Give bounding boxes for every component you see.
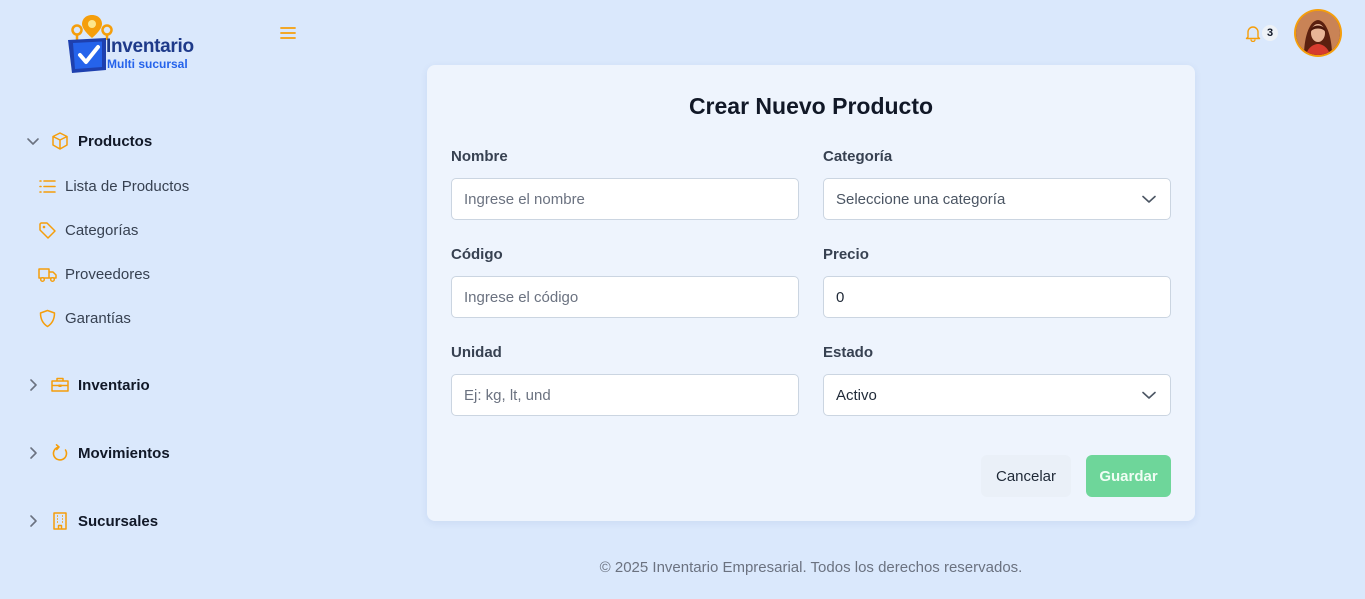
sidebar-item-label: Garantías (65, 309, 131, 327)
sidebar-item-lista-productos[interactable]: Lista de Productos (38, 175, 189, 197)
sidebar-section-sucursales[interactable]: Sucursales (24, 509, 158, 533)
hamburger-icon (280, 27, 296, 39)
chevron-down-icon (24, 132, 42, 150)
truck-icon (38, 265, 57, 284)
refresh-icon (50, 443, 70, 463)
chevron-right-icon (24, 376, 42, 394)
create-product-card: Crear Nuevo Producto Nombre Categoría Se… (427, 65, 1195, 521)
briefcase-icon (50, 375, 70, 395)
categoria-selected-value: Seleccione una categoría (836, 190, 1006, 208)
brand-title: Inventario (106, 36, 194, 57)
categoria-label: Categoría (823, 148, 893, 165)
sidebar-section-label: Movimientos (78, 444, 170, 462)
cancel-button[interactable]: Cancelar (981, 455, 1071, 497)
notification-count-badge: 3 (1262, 25, 1278, 41)
sidebar-item-categorias[interactable]: Categorías (38, 219, 138, 241)
sidebar-section-movimientos[interactable]: Movimientos (24, 441, 170, 465)
unidad-field-group: Unidad (451, 344, 799, 416)
chevron-down-icon (1140, 190, 1158, 208)
list-icon (38, 177, 57, 196)
categoria-field-group: Categoría Seleccione una categoría (823, 148, 1171, 220)
estado-selected-value: Activo (836, 386, 877, 404)
estado-select[interactable]: Activo (823, 374, 1171, 416)
chevron-right-icon (24, 512, 42, 530)
nombre-label: Nombre (451, 148, 508, 165)
unidad-input[interactable] (451, 374, 799, 416)
unidad-label: Unidad (451, 344, 502, 361)
app-page: Inventario Multi sucursal Productos List… (0, 0, 1365, 599)
sidebar-section-inventario[interactable]: Inventario (24, 373, 150, 397)
chevron-right-icon (24, 444, 42, 462)
estado-label: Estado (823, 344, 874, 361)
sidebar-item-proveedores[interactable]: Proveedores (38, 263, 150, 285)
codigo-label: Código (451, 246, 503, 263)
form-title: Crear Nuevo Producto (688, 93, 934, 119)
sidebar-item-label: Categorías (65, 221, 139, 239)
codigo-field-group: Código (451, 246, 799, 318)
tag-icon (38, 221, 57, 240)
sidebar-section-productos[interactable]: Productos (24, 129, 152, 153)
avatar-photo (1296, 11, 1340, 55)
bell-icon (1245, 26, 1261, 43)
precio-label: Precio (823, 246, 869, 263)
sidebar-section-label: Productos (78, 132, 153, 150)
notifications-button[interactable] (1244, 24, 1262, 43)
precio-field-group: Precio (823, 246, 1171, 318)
categoria-select[interactable]: Seleccione una categoría (823, 178, 1171, 220)
brand-logo[interactable]: Inventario Multi sucursal (66, 12, 206, 76)
nombre-field-group: Nombre (451, 148, 799, 220)
estado-field-group: Estado Activo (823, 344, 1171, 416)
user-avatar[interactable] (1294, 9, 1342, 57)
box-icon (50, 131, 70, 151)
sidebar-section-label: Inventario (78, 376, 150, 394)
shield-icon (38, 309, 57, 328)
footer-copyright: © 2025 Inventario Empresarial. Todos los… (599, 559, 1023, 576)
sidebar-item-garantias[interactable]: Garantías (38, 307, 131, 329)
precio-input[interactable] (823, 276, 1171, 318)
save-button[interactable]: Guardar (1086, 455, 1171, 497)
sidebar-item-label: Proveedores (65, 265, 151, 283)
chevron-down-icon (1140, 386, 1158, 404)
building-icon (50, 511, 70, 531)
sidebar-item-label: Lista de Productos (65, 177, 190, 195)
menu-toggle-button[interactable] (278, 24, 298, 42)
brand-subtitle: Multi sucursal (107, 57, 188, 71)
nombre-input[interactable] (451, 178, 799, 220)
sidebar-section-label: Sucursales (78, 512, 159, 530)
codigo-input[interactable] (451, 276, 799, 318)
